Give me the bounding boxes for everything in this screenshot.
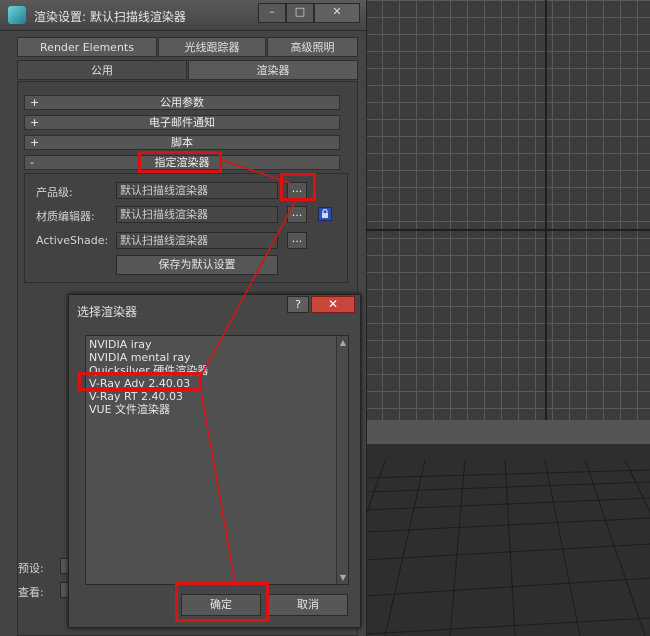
lock-icon[interactable] <box>318 207 332 221</box>
tab-raytracer[interactable]: 光线跟踪器 <box>158 37 266 57</box>
maximize-button[interactable]: □ <box>286 3 314 23</box>
rollout-common-params[interactable]: + 公用参数 <box>24 95 340 110</box>
close-button[interactable]: ✕ <box>314 3 360 23</box>
title-bar[interactable]: 渲染设置: 默认扫描线渲染器 – □ ✕ <box>0 0 366 31</box>
material-editor-label: 材质编辑器: <box>36 210 95 223</box>
list-scrollbar[interactable]: ▲ ▼ <box>336 336 348 584</box>
list-item[interactable]: NVIDIA mental ray <box>89 352 191 364</box>
rollout-scripts[interactable]: + 脚本 <box>24 135 340 150</box>
app-icon <box>8 6 26 24</box>
scroll-down-icon[interactable]: ▼ <box>337 573 349 582</box>
save-as-default-button[interactable]: 保存为默认设置 <box>116 255 278 275</box>
cancel-button[interactable]: 取消 <box>268 594 348 616</box>
preset-label: 预设: <box>18 562 44 575</box>
rollout-email-notify[interactable]: + 电子邮件通知 <box>24 115 340 130</box>
choose-renderer-dialog: 选择渲染器 ? ✕ NVIDIA iray NVIDIA mental ray … <box>68 294 361 628</box>
grid-axis-vertical <box>545 0 547 420</box>
scroll-up-icon[interactable]: ▲ <box>337 338 349 347</box>
production-label: 产品级: <box>36 186 73 199</box>
activeshade-label: ActiveShade: <box>36 234 109 247</box>
grid-axis-horizontal <box>365 229 650 231</box>
rollout-label: 电子邮件通知 <box>149 116 215 129</box>
top-viewport-grid[interactable] <box>365 0 650 420</box>
activeshade-renderer-field: 默认扫描线渲染器 <box>116 232 278 249</box>
rollout-label: 脚本 <box>171 136 193 149</box>
list-item[interactable]: VUE 文件渲染器 <box>89 404 170 416</box>
list-item[interactable]: NVIDIA iray <box>89 339 152 351</box>
highlight-vray-adv <box>78 372 202 391</box>
list-item[interactable]: V-Ray RT 2.40.03 <box>89 391 183 403</box>
perspective-viewport[interactable] <box>365 420 650 636</box>
viewport-area[interactable] <box>365 0 650 636</box>
minimize-button[interactable]: – <box>258 3 286 23</box>
tab-common[interactable]: 公用 <box>17 60 187 80</box>
highlight-browse-button <box>280 173 316 201</box>
activeshade-browse-button[interactable]: ... <box>287 232 307 249</box>
view-label: 查看: <box>18 586 44 599</box>
rollout-label: 公用参数 <box>160 96 204 109</box>
dialog-close-button[interactable]: ✕ <box>311 296 355 313</box>
tab-render-elements[interactable]: Render Elements <box>17 37 157 57</box>
production-renderer-field: 默认扫描线渲染器 <box>116 182 278 199</box>
help-button[interactable]: ? <box>287 296 309 313</box>
highlight-assign-renderer <box>138 151 222 173</box>
material-editor-renderer-field: 默认扫描线渲染器 <box>116 206 278 223</box>
material-editor-browse-button[interactable]: ... <box>287 206 307 223</box>
dialog-title: 选择渲染器 <box>77 305 138 319</box>
perspective-grid <box>365 459 650 636</box>
tab-renderer[interactable]: 渲染器 <box>188 60 358 80</box>
window-title: 渲染设置: 默认扫描线渲染器 <box>34 10 186 24</box>
tab-advanced-lighting[interactable]: 高级照明 <box>267 37 358 57</box>
highlight-ok-button <box>175 582 269 622</box>
